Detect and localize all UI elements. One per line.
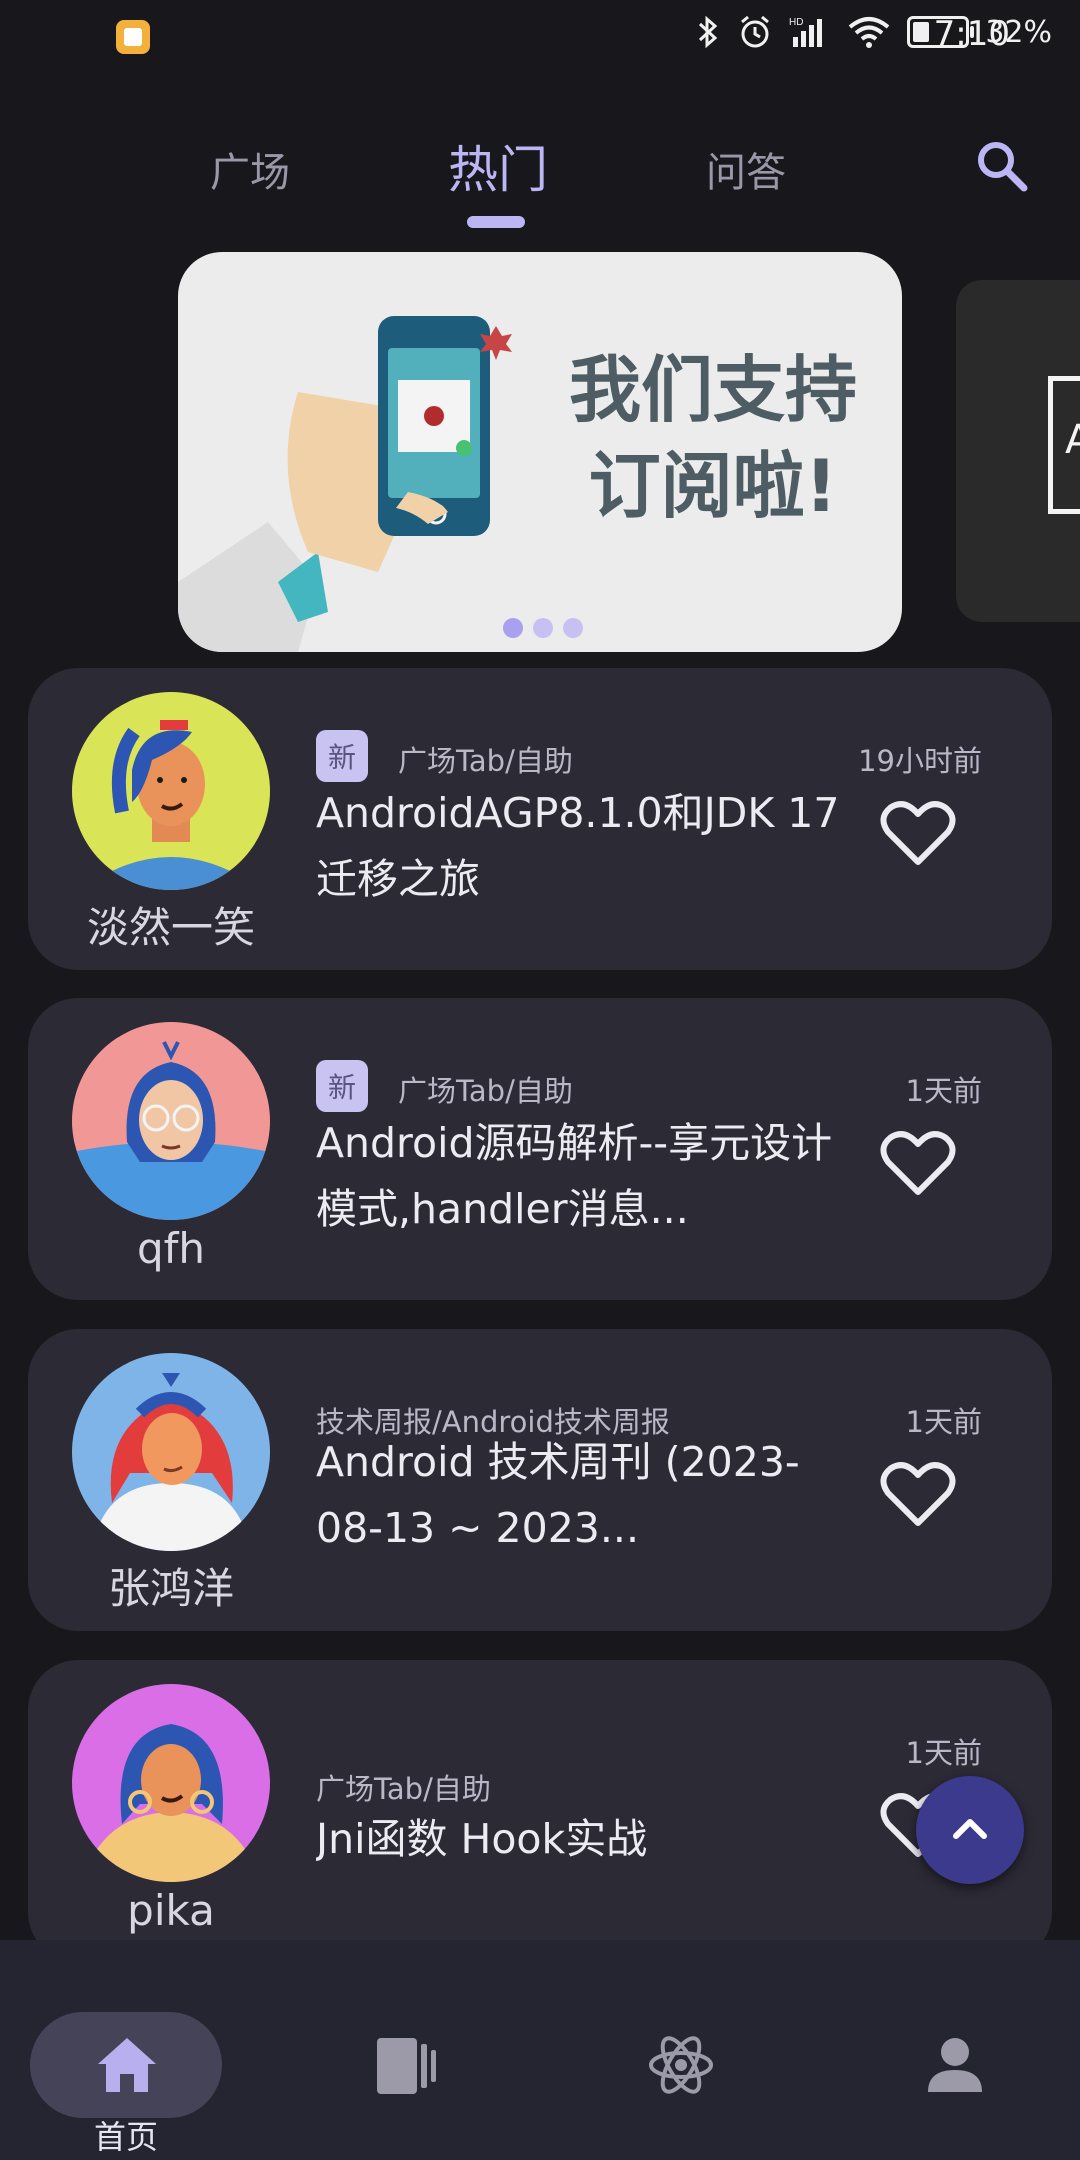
- banner-pagination: [503, 618, 583, 638]
- battery-percentage: 32%: [985, 14, 1052, 50]
- notification-app-icon: [116, 20, 150, 54]
- article-title[interactable]: Jni函数 Hook实战: [316, 1806, 856, 1872]
- scroll-to-top-button[interactable]: [916, 1776, 1024, 1884]
- heart-icon[interactable]: [880, 798, 956, 868]
- status-bar: 7:10 HD 32%: [0, 0, 1080, 76]
- nav-home[interactable]: 首页: [28, 1976, 228, 2156]
- next-banner-letter: A: [1065, 417, 1080, 463]
- nav-profile[interactable]: [852, 1976, 1052, 2092]
- article-title[interactable]: Android 技术周刊 (2023-08-13 ~ 2023...: [316, 1429, 856, 1561]
- top-tab-bar: 广场 热门 问答: [0, 130, 1080, 240]
- heart-icon[interactable]: [880, 1459, 956, 1529]
- article-time: 1天前: [905, 1736, 982, 1770]
- heart-icon[interactable]: [880, 1128, 956, 1198]
- pagination-dot[interactable]: [503, 618, 523, 638]
- article-time: 1天前: [905, 1405, 982, 1439]
- author-name[interactable]: pika: [52, 1886, 290, 1935]
- tab-square[interactable]: 广场: [210, 140, 290, 198]
- article-card[interactable]: qfh 新 广场Tab/自助 1天前 Android源码解析--享元设计模式,h…: [28, 998, 1052, 1300]
- avatar[interactable]: [72, 1022, 270, 1220]
- avatar[interactable]: [72, 1353, 270, 1551]
- author-name[interactable]: 淡然一笑: [52, 894, 290, 955]
- article-card[interactable]: 淡然一笑 新 广场Tab/自助 19小时前 AndroidAGP8.1.0和JD…: [28, 668, 1052, 970]
- article-category[interactable]: 广场Tab/自助: [316, 1766, 491, 1808]
- banner-headline: 我们支持 订阅啦!: [533, 342, 893, 534]
- new-badge: 新: [316, 1060, 368, 1112]
- author-name[interactable]: qfh: [52, 1224, 290, 1273]
- avatar[interactable]: [72, 1684, 270, 1882]
- article-category[interactable]: 广场Tab/自助: [398, 1068, 573, 1110]
- article-time: 1天前: [905, 1074, 982, 1108]
- pagination-dot[interactable]: [533, 618, 553, 638]
- article-card[interactable]: 张鸿洋 技术周报/Android技术周报 1天前 Android 技术周刊 (2…: [28, 1329, 1052, 1631]
- phone-illustration: [178, 316, 512, 652]
- article-category[interactable]: 广场Tab/自助: [398, 738, 573, 780]
- avatar[interactable]: [72, 692, 270, 890]
- bottom-navigation: 首页: [0, 1940, 1080, 2160]
- article-time: 19小时前: [858, 744, 982, 778]
- article-title[interactable]: AndroidAGP8.1.0和JDK 17迁移之旅: [316, 780, 856, 912]
- alarm-icon: [741, 15, 770, 48]
- person-icon: [928, 2038, 982, 2092]
- atom-icon: [649, 2036, 713, 2094]
- nav-explore[interactable]: [578, 1976, 778, 2094]
- battery-icon: [907, 16, 975, 48]
- tab-qa[interactable]: 问答: [706, 140, 786, 198]
- book-icon: [377, 2038, 436, 2094]
- signal-icon: HD: [789, 17, 823, 47]
- nav-book[interactable]: [303, 1976, 503, 2094]
- home-icon: [98, 2038, 156, 2092]
- article-title[interactable]: Android源码解析--享元设计模式,handler消息...: [316, 1110, 856, 1242]
- author-name[interactable]: 张鸿洋: [52, 1555, 290, 1616]
- wifi-icon: [849, 17, 890, 48]
- pagination-dot[interactable]: [563, 618, 583, 638]
- banner-headline-line1: 我们支持: [568, 348, 857, 432]
- banner-headline-line2: 订阅啦!: [588, 444, 838, 528]
- status-icons: HD 32%: [695, 14, 1052, 50]
- article-card[interactable]: pika 广场Tab/自助 1天前 Jni函数 Hook实战: [28, 1660, 1052, 1962]
- nav-home-label: 首页: [93, 2118, 158, 2156]
- next-banner-card[interactable]: A: [956, 280, 1080, 622]
- svg-text:HD: HD: [789, 17, 803, 28]
- tab-indicator: [467, 216, 525, 228]
- tab-hot[interactable]: 热门: [448, 130, 548, 202]
- next-banner-frame: A: [1048, 376, 1080, 514]
- bluetooth-icon: [699, 15, 718, 49]
- new-badge: 新: [316, 730, 368, 782]
- search-icon[interactable]: [972, 136, 1032, 196]
- banner-card[interactable]: 我们支持 订阅啦!: [178, 252, 902, 652]
- chevron-up-icon: [953, 1819, 987, 1839]
